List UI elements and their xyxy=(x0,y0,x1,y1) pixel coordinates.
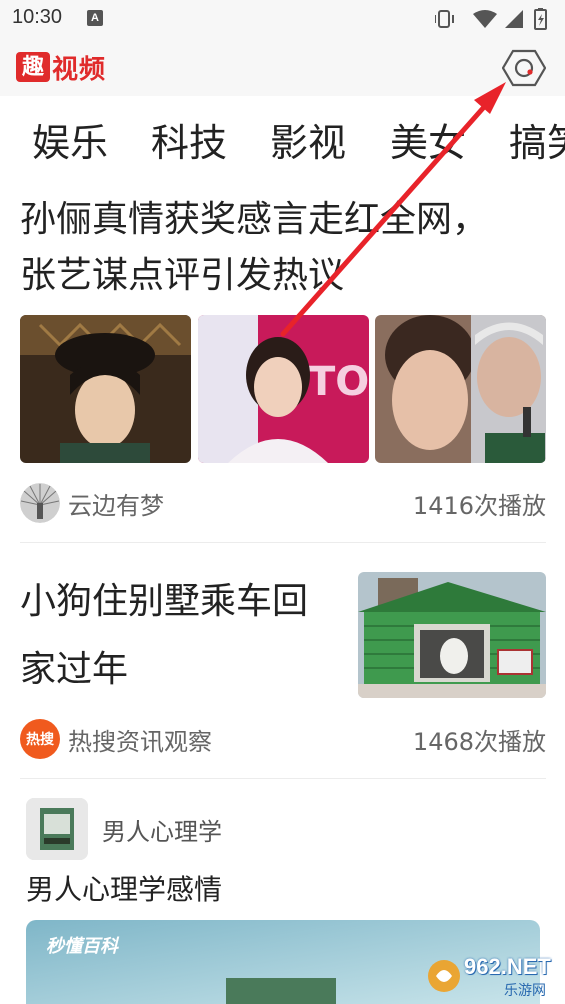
tab-tech[interactable]: 科技 xyxy=(151,112,227,167)
logo-text: 视频 xyxy=(52,54,107,85)
tab-film[interactable]: 影视 xyxy=(270,112,346,167)
channel-avatar[interactable] xyxy=(26,798,88,860)
card-title-line: 家过年 xyxy=(20,649,129,690)
svg-text:TO: TO xyxy=(308,359,369,405)
card-meta: 云边有梦 1416次播放 xyxy=(20,482,546,524)
card-title[interactable]: 孙俪真情获奖感言走红全网， 张艺谋点评引发热议 xyxy=(20,192,545,304)
status-icons xyxy=(435,8,547,30)
status-time: 10:30 xyxy=(12,6,63,28)
divider xyxy=(20,542,546,543)
status-bar: 10:30 A xyxy=(0,0,565,38)
tab-funny[interactable]: 搞笑 xyxy=(509,112,565,167)
settings-hexagon-icon[interactable] xyxy=(502,48,546,88)
vibrate-icon xyxy=(435,10,454,28)
signal-icon xyxy=(505,10,523,28)
notification-icon: A xyxy=(87,10,103,26)
tab-beauty[interactable]: 美女 xyxy=(390,112,466,167)
card-image-row: TO xyxy=(20,315,546,463)
watermark-text: 962.NET xyxy=(464,954,551,979)
video-brand-logo: 秒懂百科 xyxy=(46,936,118,957)
video-thumbnail[interactable] xyxy=(375,315,546,463)
card-meta: 热搜 热搜资讯观察 1468次播放 xyxy=(20,718,546,760)
card-title-line: 小狗住别墅乘车回 xyxy=(20,581,309,622)
author-badge: 热搜 xyxy=(26,732,54,748)
card-title-line: 张艺谋点评引发热议 xyxy=(20,255,345,296)
video-thumbnail[interactable]: TO xyxy=(197,315,369,463)
divider xyxy=(20,778,546,779)
channel-name[interactable]: 男人心理学 xyxy=(102,812,222,847)
video-thumbnail[interactable] xyxy=(358,572,546,698)
card-title[interactable]: 男人心理学感情 xyxy=(26,868,222,908)
wifi-icon xyxy=(473,10,497,28)
watermark: 962.NET 乐游网 xyxy=(424,950,564,1002)
play-count: 1468次播放 xyxy=(412,727,546,756)
author-name[interactable]: 云边有梦 xyxy=(68,486,164,521)
channel-header[interactable]: 男人心理学 xyxy=(26,798,222,860)
card-title-line: 孙俪真情获奖感言走红全网， xyxy=(20,199,489,240)
app-header: 趣 视频 xyxy=(0,38,565,96)
battery-icon xyxy=(534,8,547,30)
logo-mark: 趣 xyxy=(16,52,50,82)
video-thumbnail[interactable] xyxy=(20,315,191,463)
watermark-subtext: 乐游网 xyxy=(504,983,546,999)
author-name[interactable]: 热搜资讯观察 xyxy=(68,722,212,757)
author-avatar[interactable] xyxy=(20,483,60,523)
app-logo: 趣 视频 xyxy=(16,50,107,85)
play-count: 1416次播放 xyxy=(412,491,546,520)
tab-entertainment[interactable]: 娱乐 xyxy=(32,112,108,167)
category-tabs: 娱乐 科技 影视 美女 搞笑 xyxy=(0,96,565,176)
card-title[interactable]: 小狗住别墅乘车回 家过年 xyxy=(20,568,340,704)
author-avatar[interactable]: 热搜 xyxy=(20,719,60,759)
